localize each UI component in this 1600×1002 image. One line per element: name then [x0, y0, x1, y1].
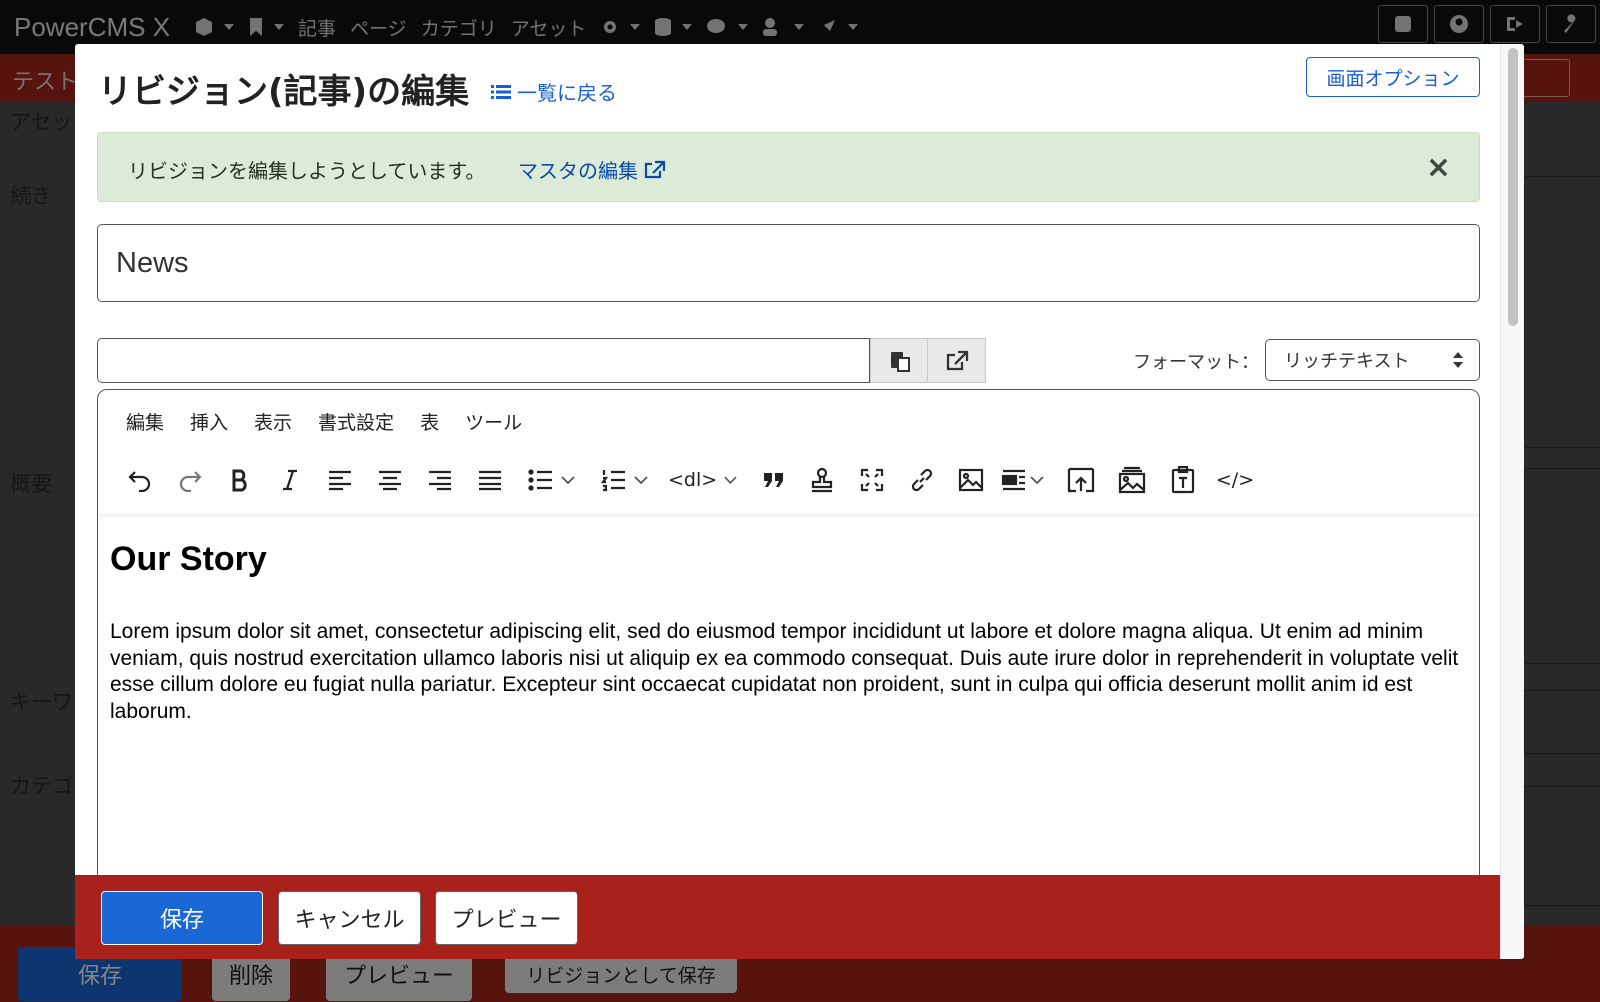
image-icon: [958, 468, 984, 492]
back-to-list-label: 一覧に戻る: [517, 81, 617, 105]
menu-view[interactable]: 表示: [254, 408, 292, 435]
stamp-icon: [811, 467, 833, 493]
back-to-list-link[interactable]: 一覧に戻る: [491, 77, 617, 106]
redo-icon: [179, 471, 202, 492]
menu-edit[interactable]: 編集: [126, 408, 164, 435]
chevron-down-icon: [561, 476, 575, 485]
definition-list-button[interactable]: <dl>: [668, 458, 738, 502]
align-left-icon: [329, 470, 351, 491]
modal-footer: 保存 キャンセル プレビュー: [75, 875, 1500, 959]
editor-content[interactable]: Our Story Lorem ipsum dolor sit amet, co…: [110, 540, 1460, 725]
format-select[interactable]: リッチテキスト: [1265, 339, 1480, 381]
stamp-button[interactable]: [804, 458, 840, 502]
insert-link-button[interactable]: [904, 458, 940, 502]
bullet-list-icon: [528, 469, 552, 491]
numbered-list-icon: [601, 470, 625, 492]
align-justify-icon: [479, 470, 501, 491]
modal-title: リビジョン(記事)の編集: [98, 72, 470, 112]
insert-image-button[interactable]: [953, 458, 989, 502]
block-align-icon: [1001, 469, 1025, 491]
screen-options-button[interactable]: 画面オプション: [1306, 57, 1480, 97]
bullet-list-button[interactable]: [522, 458, 582, 502]
blockquote-button[interactable]: [756, 458, 792, 502]
menu-format[interactable]: 書式設定: [318, 408, 394, 435]
alert-message: リビジョンを編集しようとしています。: [128, 159, 486, 183]
content-heading: Our Story: [110, 540, 267, 578]
editor-toolbar: <dl> </>: [98, 450, 1479, 514]
undo-icon: [128, 471, 151, 492]
chevron-down-icon: [1030, 476, 1044, 485]
rich-text-editor: 編集 挿入 表示 書式設定 表 ツール <dl> </> Our Story L…: [97, 389, 1480, 959]
modal-save-button[interactable]: 保存: [101, 891, 263, 945]
paste-text-button[interactable]: [1165, 458, 1201, 502]
media-align-button[interactable]: [998, 458, 1048, 502]
list-icon: [491, 84, 511, 99]
bold-icon: [232, 469, 247, 492]
insert-asset-image-button[interactable]: [1114, 458, 1150, 502]
modal-preview-button[interactable]: プレビュー: [435, 891, 578, 945]
external-link-icon: [946, 350, 968, 370]
gallery-image-icon: [1118, 466, 1146, 494]
edit-master-link[interactable]: マスタの編集: [518, 155, 666, 184]
italic-icon: [283, 469, 297, 491]
paste-icon: [890, 351, 910, 372]
align-center-button[interactable]: [372, 458, 408, 502]
clipboard-text-icon: [1171, 466, 1195, 494]
menu-table[interactable]: 表: [420, 408, 439, 435]
fullscreen-icon: [860, 468, 884, 492]
definition-list-label: <dl>: [668, 469, 718, 491]
open-link-button[interactable]: [927, 338, 986, 383]
quote-icon: [764, 473, 783, 487]
source-code-label: </>: [1215, 469, 1255, 491]
revision-edit-modal: リビジョン(記事)の編集 一覧に戻る 画面オプション リビジョンを編集しようとし…: [75, 44, 1524, 959]
title-input[interactable]: [97, 224, 1480, 302]
edit-master-label: マスタの編集: [518, 159, 638, 183]
copy-button[interactable]: [870, 338, 929, 383]
bold-button[interactable]: [222, 458, 258, 502]
basename-input[interactable]: [97, 338, 870, 383]
revision-alert: リビジョンを編集しようとしています。 マスタの編集 ×: [97, 132, 1480, 202]
align-right-button[interactable]: [422, 458, 458, 502]
menu-insert[interactable]: 挿入: [190, 408, 228, 435]
link-icon: [911, 468, 933, 492]
modal-scrollbar[interactable]: [1500, 44, 1524, 959]
align-justify-button[interactable]: [472, 458, 508, 502]
italic-button[interactable]: [272, 458, 308, 502]
upload-button[interactable]: [1063, 458, 1099, 502]
scrollbar-thumb[interactable]: [1508, 48, 1518, 326]
chevron-down-icon: [724, 476, 737, 484]
redo-button[interactable]: [172, 458, 208, 502]
format-selected-value: リッチテキスト: [1284, 351, 1410, 372]
fullscreen-button[interactable]: [854, 458, 890, 502]
numbered-list-button[interactable]: [595, 458, 655, 502]
align-left-button[interactable]: [322, 458, 358, 502]
external-link-icon: [644, 160, 666, 178]
format-label: フォーマット：: [1133, 352, 1259, 373]
editor-menubar: 編集 挿入 表示 書式設定 表 ツール: [126, 408, 522, 435]
sort-arrows-icon: [1453, 352, 1463, 368]
menu-tools[interactable]: ツール: [465, 408, 522, 435]
chevron-down-icon: [634, 476, 648, 485]
source-code-button[interactable]: </>: [1215, 458, 1255, 502]
content-paragraph: Lorem ipsum dolor sit amet, consectetur …: [110, 620, 1459, 723]
align-right-icon: [429, 470, 451, 491]
undo-button[interactable]: [122, 458, 158, 502]
modal-cancel-button[interactable]: キャンセル: [278, 891, 421, 945]
align-center-icon: [379, 470, 401, 491]
alert-close-button[interactable]: ×: [1426, 153, 1451, 183]
upload-icon: [1067, 467, 1095, 493]
